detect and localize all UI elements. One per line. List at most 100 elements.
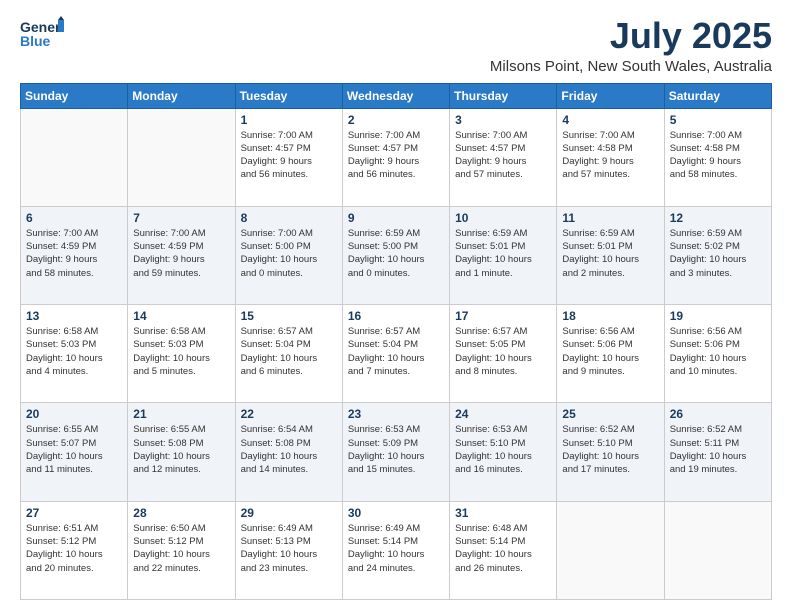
calendar-table: Sunday Monday Tuesday Wednesday Thursday… (20, 83, 772, 600)
day-number: 17 (455, 309, 551, 323)
calendar-cell: 16 Sunrise: 6:57 AMSunset: 5:04 PMDayligh… (342, 305, 449, 403)
day-number: 13 (26, 309, 122, 323)
calendar-week-2: 6 Sunrise: 7:00 AMSunset: 4:59 PMDaylight… (21, 206, 772, 304)
day-info: Sunrise: 6:57 AMSunset: 5:04 PMDaylight:… (348, 325, 444, 378)
logo-icon: General Blue (20, 16, 64, 57)
day-info: Sunrise: 6:48 AMSunset: 5:14 PMDaylight:… (455, 522, 551, 575)
day-info: Sunrise: 6:55 AMSunset: 5:08 PMDaylight:… (133, 423, 229, 476)
calendar-week-1: 1 Sunrise: 7:00 AMSunset: 4:57 PMDaylight… (21, 108, 772, 206)
day-number: 8 (241, 211, 337, 225)
calendar-cell: 4 Sunrise: 7:00 AMSunset: 4:58 PMDaylight… (557, 108, 664, 206)
day-number: 29 (241, 506, 337, 520)
calendar-cell: 5 Sunrise: 7:00 AMSunset: 4:58 PMDaylight… (664, 108, 771, 206)
calendar-cell: 12Sunrise: 6:59 AMSunset: 5:02 PMDayligh… (664, 206, 771, 304)
day-number: 31 (455, 506, 551, 520)
day-info: Sunrise: 6:57 AMSunset: 5:05 PMDaylight:… (455, 325, 551, 378)
day-number: 28 (133, 506, 229, 520)
day-info: Sunrise: 7:00 AMSunset: 4:57 PMDaylight:… (241, 129, 337, 182)
calendar-cell: 29 Sunrise: 6:49 AMSunset: 5:13 PMDayligh… (235, 501, 342, 599)
calendar-cell: 19 Sunrise: 6:56 AMSunset: 5:06 PMDayligh… (664, 305, 771, 403)
calendar-header-row: Sunday Monday Tuesday Wednesday Thursday… (21, 83, 772, 108)
col-thursday: Thursday (450, 83, 557, 108)
day-number: 10 (455, 211, 551, 225)
calendar-cell (664, 501, 771, 599)
day-number: 26 (670, 407, 766, 421)
col-friday: Friday (557, 83, 664, 108)
day-info: Sunrise: 6:50 AMSunset: 5:12 PMDaylight:… (133, 522, 229, 575)
day-number: 21 (133, 407, 229, 421)
calendar-cell: 10 Sunrise: 6:59 AMSunset: 5:01 PMDayligh… (450, 206, 557, 304)
calendar-cell: 28 Sunrise: 6:50 AMSunset: 5:12 PMDayligh… (128, 501, 235, 599)
col-wednesday: Wednesday (342, 83, 449, 108)
day-number: 23 (348, 407, 444, 421)
day-info: Sunrise: 7:00 AMSunset: 4:59 PMDaylight:… (133, 227, 229, 280)
calendar-cell: 1 Sunrise: 7:00 AMSunset: 4:57 PMDaylight… (235, 108, 342, 206)
day-info: Sunrise: 7:00 AMSunset: 4:59 PMDaylight:… (26, 227, 122, 280)
calendar-cell: 8Sunrise: 7:00 AMSunset: 5:00 PMDaylight… (235, 206, 342, 304)
day-info: Sunrise: 6:58 AMSunset: 5:03 PMDaylight:… (26, 325, 122, 378)
day-number: 27 (26, 506, 122, 520)
calendar-cell: 23 Sunrise: 6:53 AMSunset: 5:09 PMDayligh… (342, 403, 449, 501)
calendar-cell: 6 Sunrise: 7:00 AMSunset: 4:59 PMDaylight… (21, 206, 128, 304)
day-info: Sunrise: 7:00 AMSunset: 4:57 PMDaylight:… (348, 129, 444, 182)
day-number: 15 (241, 309, 337, 323)
calendar-cell: 26Sunrise: 6:52 AMSunset: 5:11 PMDayligh… (664, 403, 771, 501)
calendar-cell (128, 108, 235, 206)
day-info: Sunrise: 6:59 AMSunset: 5:00 PMDaylight:… (348, 227, 444, 280)
day-number: 3 (455, 113, 551, 127)
day-number: 11 (562, 211, 658, 225)
day-number: 30 (348, 506, 444, 520)
calendar-cell: 22 Sunrise: 6:54 AMSunset: 5:08 PMDayligh… (235, 403, 342, 501)
day-number: 18 (562, 309, 658, 323)
day-info: Sunrise: 6:53 AMSunset: 5:10 PMDaylight:… (455, 423, 551, 476)
day-number: 7 (133, 211, 229, 225)
day-info: Sunrise: 6:59 AMSunset: 5:01 PMDaylight:… (455, 227, 551, 280)
calendar-cell: 31 Sunrise: 6:48 AMSunset: 5:14 PMDayligh… (450, 501, 557, 599)
day-number: 9 (348, 211, 444, 225)
calendar-cell: 27 Sunrise: 6:51 AMSunset: 5:12 PMDayligh… (21, 501, 128, 599)
header: General Blue July 2025 Milsons Point, Ne… (20, 16, 772, 75)
day-info: Sunrise: 6:51 AMSunset: 5:12 PMDaylight:… (26, 522, 122, 575)
day-info: Sunrise: 6:56 AMSunset: 5:06 PMDaylight:… (562, 325, 658, 378)
day-info: Sunrise: 6:49 AMSunset: 5:14 PMDaylight:… (348, 522, 444, 575)
calendar-cell: 13 Sunrise: 6:58 AMSunset: 5:03 PMDayligh… (21, 305, 128, 403)
calendar-cell: 9 Sunrise: 6:59 AMSunset: 5:00 PMDaylight… (342, 206, 449, 304)
day-number: 5 (670, 113, 766, 127)
page: General Blue July 2025 Milsons Point, Ne… (0, 0, 792, 612)
day-number: 14 (133, 309, 229, 323)
svg-text:Blue: Blue (20, 33, 51, 49)
day-number: 20 (26, 407, 122, 421)
day-number: 6 (26, 211, 122, 225)
logo: General Blue (20, 16, 64, 57)
day-info: Sunrise: 6:49 AMSunset: 5:13 PMDaylight:… (241, 522, 337, 575)
calendar-cell: 7 Sunrise: 7:00 AMSunset: 4:59 PMDaylight… (128, 206, 235, 304)
col-monday: Monday (128, 83, 235, 108)
day-info: Sunrise: 6:53 AMSunset: 5:09 PMDaylight:… (348, 423, 444, 476)
day-info: Sunrise: 6:54 AMSunset: 5:08 PMDaylight:… (241, 423, 337, 476)
month-year: July 2025 (490, 16, 772, 56)
day-info: Sunrise: 6:55 AMSunset: 5:07 PMDaylight:… (26, 423, 122, 476)
calendar-week-4: 20 Sunrise: 6:55 AMSunset: 5:07 PMDayligh… (21, 403, 772, 501)
day-info: Sunrise: 6:52 AMSunset: 5:10 PMDaylight:… (562, 423, 658, 476)
day-number: 4 (562, 113, 658, 127)
day-number: 22 (241, 407, 337, 421)
col-saturday: Saturday (664, 83, 771, 108)
calendar-cell: 18 Sunrise: 6:56 AMSunset: 5:06 PMDayligh… (557, 305, 664, 403)
calendar-week-5: 27 Sunrise: 6:51 AMSunset: 5:12 PMDayligh… (21, 501, 772, 599)
calendar-cell: 20 Sunrise: 6:55 AMSunset: 5:07 PMDayligh… (21, 403, 128, 501)
calendar-cell: 11Sunrise: 6:59 AMSunset: 5:01 PMDayligh… (557, 206, 664, 304)
day-number: 16 (348, 309, 444, 323)
calendar-cell (21, 108, 128, 206)
location: Milsons Point, New South Wales, Australi… (490, 58, 772, 75)
day-info: Sunrise: 6:57 AMSunset: 5:04 PMDaylight:… (241, 325, 337, 378)
day-info: Sunrise: 7:00 AMSunset: 4:58 PMDaylight:… (670, 129, 766, 182)
day-info: Sunrise: 6:56 AMSunset: 5:06 PMDaylight:… (670, 325, 766, 378)
day-number: 19 (670, 309, 766, 323)
calendar-cell: 21 Sunrise: 6:55 AMSunset: 5:08 PMDayligh… (128, 403, 235, 501)
calendar-cell (557, 501, 664, 599)
day-info: Sunrise: 7:00 AMSunset: 4:58 PMDaylight:… (562, 129, 658, 182)
day-number: 1 (241, 113, 337, 127)
day-info: Sunrise: 6:58 AMSunset: 5:03 PMDaylight:… (133, 325, 229, 378)
calendar-cell: 2Sunrise: 7:00 AMSunset: 4:57 PMDaylight… (342, 108, 449, 206)
day-info: Sunrise: 6:59 AMSunset: 5:02 PMDaylight:… (670, 227, 766, 280)
